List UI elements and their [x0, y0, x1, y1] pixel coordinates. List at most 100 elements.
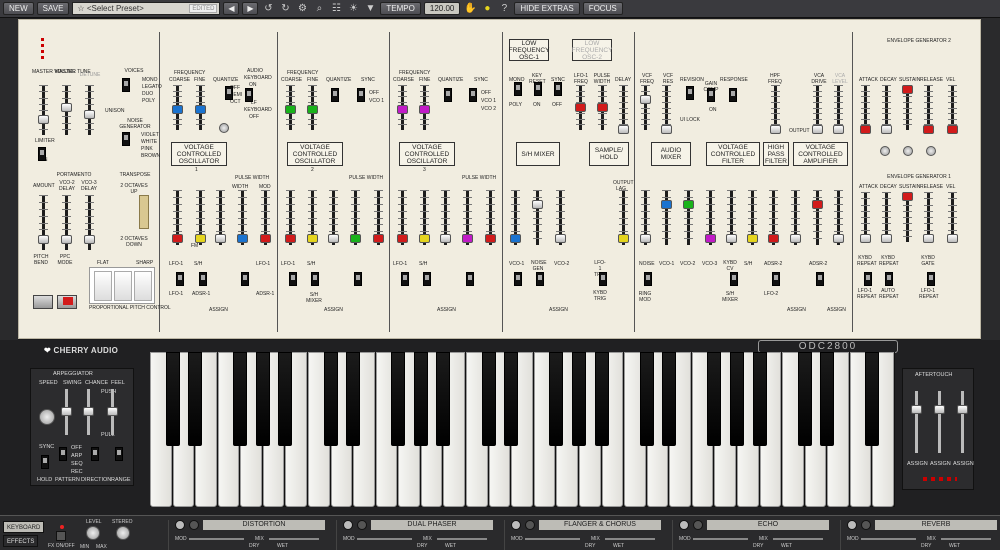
black-key[interactable]	[729, 352, 744, 446]
vco3-fm-sh-slider-cap[interactable]	[419, 234, 430, 243]
vco1-q-switch[interactable]	[225, 86, 233, 100]
vco1-coarse-slider[interactable]	[172, 85, 183, 130]
settings-icon[interactable]	[693, 520, 703, 530]
black-key[interactable]	[436, 352, 451, 446]
vco2-fm-lfo1-slider[interactable]	[285, 190, 296, 245]
redo-icon[interactable]: ↻	[278, 2, 292, 15]
undo-icon[interactable]: ↺	[261, 2, 275, 15]
vco3-delay-slider-cap[interactable]	[84, 235, 95, 244]
vca-level-slider-cap[interactable]	[833, 125, 844, 134]
vco1-fm-sh-slider-cap[interactable]	[195, 234, 206, 243]
keyboard-hand-icon[interactable]: ✋	[463, 2, 477, 15]
env1-sustain-slider[interactable]	[902, 192, 913, 242]
vcf-adsr2-slider[interactable]	[768, 190, 779, 245]
detune-slider[interactable]	[84, 85, 95, 135]
env2-sustain-slider-cap[interactable]	[902, 85, 913, 94]
env-knob-2[interactable]	[903, 146, 913, 156]
black-key[interactable]	[797, 352, 812, 446]
mix-vco3-slider[interactable]	[705, 190, 716, 245]
sh-vco2-slider[interactable]	[555, 190, 566, 245]
vco1-audio-switch[interactable]	[245, 88, 253, 102]
ppc-center-pad[interactable]	[114, 271, 132, 301]
arp-hold-switch[interactable]	[41, 455, 49, 469]
hide-extras-button[interactable]: HIDE EXTRAS	[514, 2, 580, 15]
fx-mix-slider[interactable]	[437, 538, 487, 540]
vco3-fm-adsr1-slider-cap[interactable]	[440, 234, 451, 243]
vco1-fm-adsr1-slider[interactable]	[215, 190, 226, 245]
fx-mix-slider[interactable]	[941, 538, 991, 540]
env1-release-slider-cap[interactable]	[923, 234, 934, 243]
lfo1-freq-slider[interactable]	[575, 85, 586, 130]
patch-icon[interactable]: ▼	[363, 2, 377, 15]
lfo-delay-slider-cap[interactable]	[618, 125, 629, 134]
sh-vco2-slider-cap[interactable]	[555, 234, 566, 243]
env2-release-slider-cap[interactable]	[923, 125, 934, 134]
black-key[interactable]	[639, 352, 654, 446]
vco3-sync-switch[interactable]	[469, 88, 477, 102]
fx-name[interactable]: REVERB	[875, 520, 997, 530]
vcf-kybd-slider[interactable]	[726, 190, 737, 245]
fx-mod-slider[interactable]	[693, 538, 748, 540]
env-kybd-switch[interactable]	[864, 272, 872, 286]
settings-icon[interactable]	[189, 520, 199, 530]
black-key[interactable]	[707, 352, 722, 446]
settings-icon[interactable]	[861, 520, 871, 530]
env1-decay-slider-cap[interactable]	[881, 234, 892, 243]
aftertouch-slider[interactable]	[911, 391, 922, 453]
vco2-sh-switch[interactable]	[311, 272, 319, 286]
vco3-fm-lfo1-slider[interactable]	[397, 190, 408, 245]
ring-mod-switch[interactable]	[644, 272, 652, 286]
mix-vco2-slider[interactable]	[683, 190, 694, 245]
vco3-pw-width-slider-cap[interactable]	[462, 234, 473, 243]
black-key[interactable]	[255, 352, 270, 446]
save-button[interactable]: SAVE	[36, 2, 70, 15]
vco1-fine-slider[interactable]	[195, 85, 206, 130]
tempo-field[interactable]: 120.00	[423, 2, 461, 15]
env1-attack-slider-cap[interactable]	[860, 234, 871, 243]
sh-vco1-slider-cap[interactable]	[510, 234, 521, 243]
focus-button[interactable]: FOCUS	[582, 2, 623, 15]
key-reset-switch[interactable]	[534, 82, 542, 96]
help-icon[interactable]: ?	[497, 2, 511, 15]
power-icon[interactable]	[511, 520, 521, 530]
aftertouch-slider-cap[interactable]	[911, 405, 922, 414]
master-volume-slider-cap[interactable]	[38, 115, 49, 124]
black-key[interactable]	[413, 352, 428, 446]
vco1-quantize-knob[interactable]	[219, 123, 229, 133]
zoom-icon[interactable]: ⌕	[312, 2, 326, 15]
vco1-pw-width-slider-cap[interactable]	[237, 234, 248, 243]
env2-sustain-slider[interactable]	[902, 85, 913, 130]
vcf-adsr2-switch[interactable]	[772, 272, 780, 286]
vcf-lfo2-slider[interactable]	[790, 190, 801, 245]
vco1-pw-lfo1-switch[interactable]	[241, 272, 249, 286]
vco2-fine-slider-cap[interactable]	[307, 105, 318, 114]
env-gate-switch[interactable]	[927, 272, 935, 286]
fx-mix-slider[interactable]	[773, 538, 823, 540]
vco2-pw-width-slider[interactable]	[350, 190, 361, 245]
new-button[interactable]: NEW	[3, 2, 34, 15]
fx-mod-slider[interactable]	[525, 538, 580, 540]
vco2-fm-lfo1-slider-cap[interactable]	[285, 234, 296, 243]
vco2-pw-mod-slider-cap[interactable]	[373, 234, 384, 243]
quantize-icon[interactable]: ●	[480, 2, 494, 15]
black-key[interactable]	[662, 352, 677, 446]
output-lag-slider[interactable]	[618, 190, 629, 245]
arp-direction-switch[interactable]	[91, 447, 99, 461]
vca-x-slider[interactable]	[833, 190, 844, 245]
fx-mod-slider[interactable]	[861, 538, 916, 540]
vco2-sync-switch[interactable]	[357, 88, 365, 102]
brightness-icon[interactable]: ☀	[346, 2, 360, 15]
env2-decay-slider[interactable]	[881, 85, 892, 134]
detune-slider-cap[interactable]	[84, 110, 95, 119]
black-key[interactable]	[346, 352, 361, 446]
ppc-sharp-pad[interactable]	[134, 271, 152, 301]
mix-vco2-slider-cap[interactable]	[683, 200, 694, 209]
limiter-switch[interactable]	[38, 147, 46, 161]
fx-name[interactable]: DUAL PHASER	[371, 520, 493, 530]
env2-attack-slider-cap[interactable]	[860, 125, 871, 134]
lfo2-module[interactable]: LOW FREQUENCY OSC-2	[572, 39, 612, 61]
effects-tab[interactable]: EFFECTS	[3, 535, 39, 547]
arp-slider-cap[interactable]	[83, 407, 94, 416]
arp-range-switch[interactable]	[115, 447, 123, 461]
ppc-pad[interactable]	[89, 267, 155, 304]
